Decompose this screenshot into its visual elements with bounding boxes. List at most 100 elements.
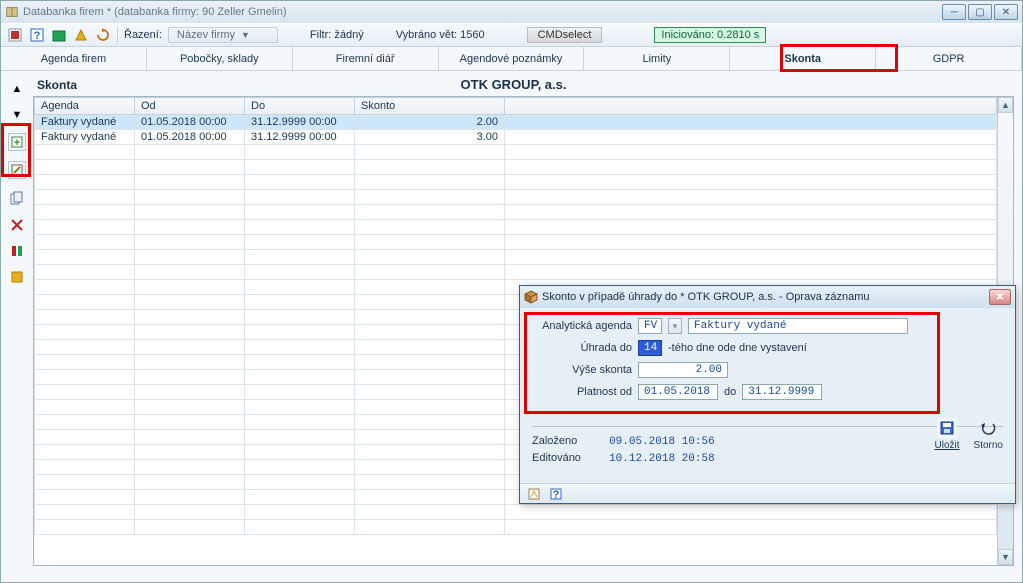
amount-label: Výše skonta: [532, 364, 632, 376]
cell-skonto: 2.00: [355, 115, 505, 130]
save-button[interactable]: Uložit: [935, 418, 960, 451]
panel-title: Skonta: [37, 78, 77, 92]
svg-text:?: ?: [553, 489, 560, 500]
valid-from-label: Platnost od: [532, 386, 632, 398]
tab-gdpr[interactable]: GDPR: [876, 47, 1022, 70]
toolbar-icon-1[interactable]: [7, 27, 23, 43]
app-icon: [5, 5, 19, 19]
footer-icon-1[interactable]: [526, 486, 542, 502]
cell-od: 01.05.2018 00:00: [135, 115, 245, 130]
cell-od: 01.05.2018 00:00: [135, 130, 245, 145]
delete-record-icon[interactable]: [9, 217, 25, 233]
box-icon: [524, 290, 538, 304]
col-od[interactable]: Od: [135, 98, 245, 115]
status-box: Iniciováno: 0.2810 s: [654, 27, 766, 43]
skonto-edit-dialog: Skonto v případě úhrady do * OTK GROUP, …: [519, 285, 1016, 504]
scroll-up-button[interactable]: ▲: [998, 97, 1013, 113]
dialog-close-button[interactable]: ✕: [989, 289, 1011, 305]
table-row[interactable]: [35, 235, 997, 250]
separator-line: [532, 426, 1003, 427]
col-do[interactable]: Do: [245, 98, 355, 115]
tool-icon-7[interactable]: [9, 243, 25, 259]
col-agenda[interactable]: Agenda: [35, 98, 135, 115]
due-value-input[interactable]: 14: [638, 340, 662, 356]
table-row[interactable]: [35, 520, 997, 535]
scroll-down-button[interactable]: ▼: [998, 549, 1013, 565]
svg-text:?: ?: [34, 30, 41, 42]
table-row[interactable]: [35, 160, 997, 175]
table-row[interactable]: [35, 220, 997, 235]
table-row[interactable]: Faktury vydané 01.05.2018 00:00 31.12.99…: [35, 115, 997, 130]
amount-input[interactable]: 2.00: [638, 362, 728, 378]
tab-agendove-poznamky[interactable]: Agendové poznámky: [439, 47, 585, 70]
table-row[interactable]: [35, 175, 997, 190]
footer-help-icon[interactable]: ?: [548, 486, 564, 502]
sort-label: Řazení:: [124, 29, 162, 41]
toolbar-icon-4[interactable]: [73, 27, 89, 43]
tab-pobocky-sklady[interactable]: Pobočky, sklady: [147, 47, 293, 70]
table-row[interactable]: [35, 145, 997, 160]
tabs-row: Agenda firem Pobočky, sklady Firemní diá…: [1, 47, 1022, 71]
agenda-name-input[interactable]: Faktury vydané: [688, 318, 908, 334]
selected-label: Vybráno vět: 1560: [396, 29, 485, 41]
dialog-title-text: Skonto v případě úhrady do * OTK GROUP, …: [542, 291, 870, 303]
titlebar: Databanka firem * (databanka firmy: 90 Z…: [1, 1, 1022, 23]
chevron-down-icon: ▾: [673, 321, 678, 332]
edited-label: Editováno: [532, 452, 602, 464]
tab-firemni-diar[interactable]: Firemní diář: [293, 47, 439, 70]
cell-skonto: 3.00: [355, 130, 505, 145]
left-toolstrip: ▲ ▼ +: [5, 75, 29, 574]
col-filler: [505, 98, 997, 115]
cell-do: 31.12.9999 00:00: [245, 130, 355, 145]
toolbar: ? Řazení: Název firmy ▼ Filtr: žádný Vyb…: [1, 23, 1022, 47]
first-record-icon[interactable]: ▲: [9, 81, 25, 97]
valid-to-label: do: [724, 386, 736, 398]
maximize-button[interactable]: ▢: [968, 4, 992, 20]
agenda-label: Analytická agenda: [532, 320, 632, 332]
due-label: Úhrada do: [532, 342, 632, 354]
edit-record-icon[interactable]: [8, 161, 26, 179]
filter-label: Filtr: žádný: [310, 29, 364, 41]
dialog-footer: ?: [520, 483, 1015, 503]
toolbar-icon-3[interactable]: [51, 27, 67, 43]
new-record-icon[interactable]: +: [8, 133, 26, 151]
close-button[interactable]: ✕: [994, 4, 1018, 20]
cell-filler: [505, 130, 997, 145]
tab-skonta[interactable]: Skonta: [730, 47, 876, 70]
edited-value: 10.12.2018 20:58: [609, 453, 715, 465]
cell-agenda: Faktury vydané: [35, 130, 135, 145]
refresh-icon[interactable]: [95, 27, 111, 43]
table-row[interactable]: Faktury vydané 01.05.2018 00:00 31.12.99…: [35, 130, 997, 145]
save-icon: [937, 418, 957, 438]
table-row[interactable]: [35, 505, 997, 520]
valid-from-input[interactable]: 01.05.2018: [638, 384, 718, 400]
col-skonto[interactable]: Skonto: [355, 98, 505, 115]
chevron-down-icon: ▼: [241, 30, 250, 40]
toolbar-separator: [117, 27, 118, 43]
cell-agenda: Faktury vydané: [35, 115, 135, 130]
dialog-titlebar[interactable]: Skonto v případě úhrady do * OTK GROUP, …: [520, 286, 1015, 308]
tab-agenda-firem[interactable]: Agenda firem: [1, 47, 147, 70]
valid-to-input[interactable]: 31.12.9999: [742, 384, 822, 400]
tool-icon-8[interactable]: [9, 269, 25, 285]
agenda-code-input[interactable]: FV: [638, 318, 662, 334]
copy-record-icon[interactable]: [8, 189, 26, 207]
sort-dropdown[interactable]: Název firmy ▼: [168, 27, 278, 43]
grid-header-row: Agenda Od Do Skonto: [35, 98, 997, 115]
table-row[interactable]: [35, 265, 997, 280]
agenda-dropdown-button[interactable]: ▾: [668, 318, 682, 334]
last-record-icon[interactable]: ▼: [9, 107, 25, 123]
table-row[interactable]: [35, 205, 997, 220]
cell-do: 31.12.9999 00:00: [245, 115, 355, 130]
minimize-button[interactable]: ─: [942, 4, 966, 20]
window-title-text: Databanka firem * (databanka firmy: 90 Z…: [23, 6, 287, 18]
sort-value: Název firmy: [177, 29, 235, 41]
cancel-button[interactable]: Storno: [974, 418, 1003, 451]
table-row[interactable]: [35, 250, 997, 265]
table-row[interactable]: [35, 190, 997, 205]
tab-limity[interactable]: Limity: [584, 47, 730, 70]
svg-text:+: +: [14, 137, 20, 148]
cmdselect-button[interactable]: CMDselect: [527, 27, 603, 43]
help-icon[interactable]: ?: [29, 27, 45, 43]
cell-filler: [505, 115, 997, 130]
